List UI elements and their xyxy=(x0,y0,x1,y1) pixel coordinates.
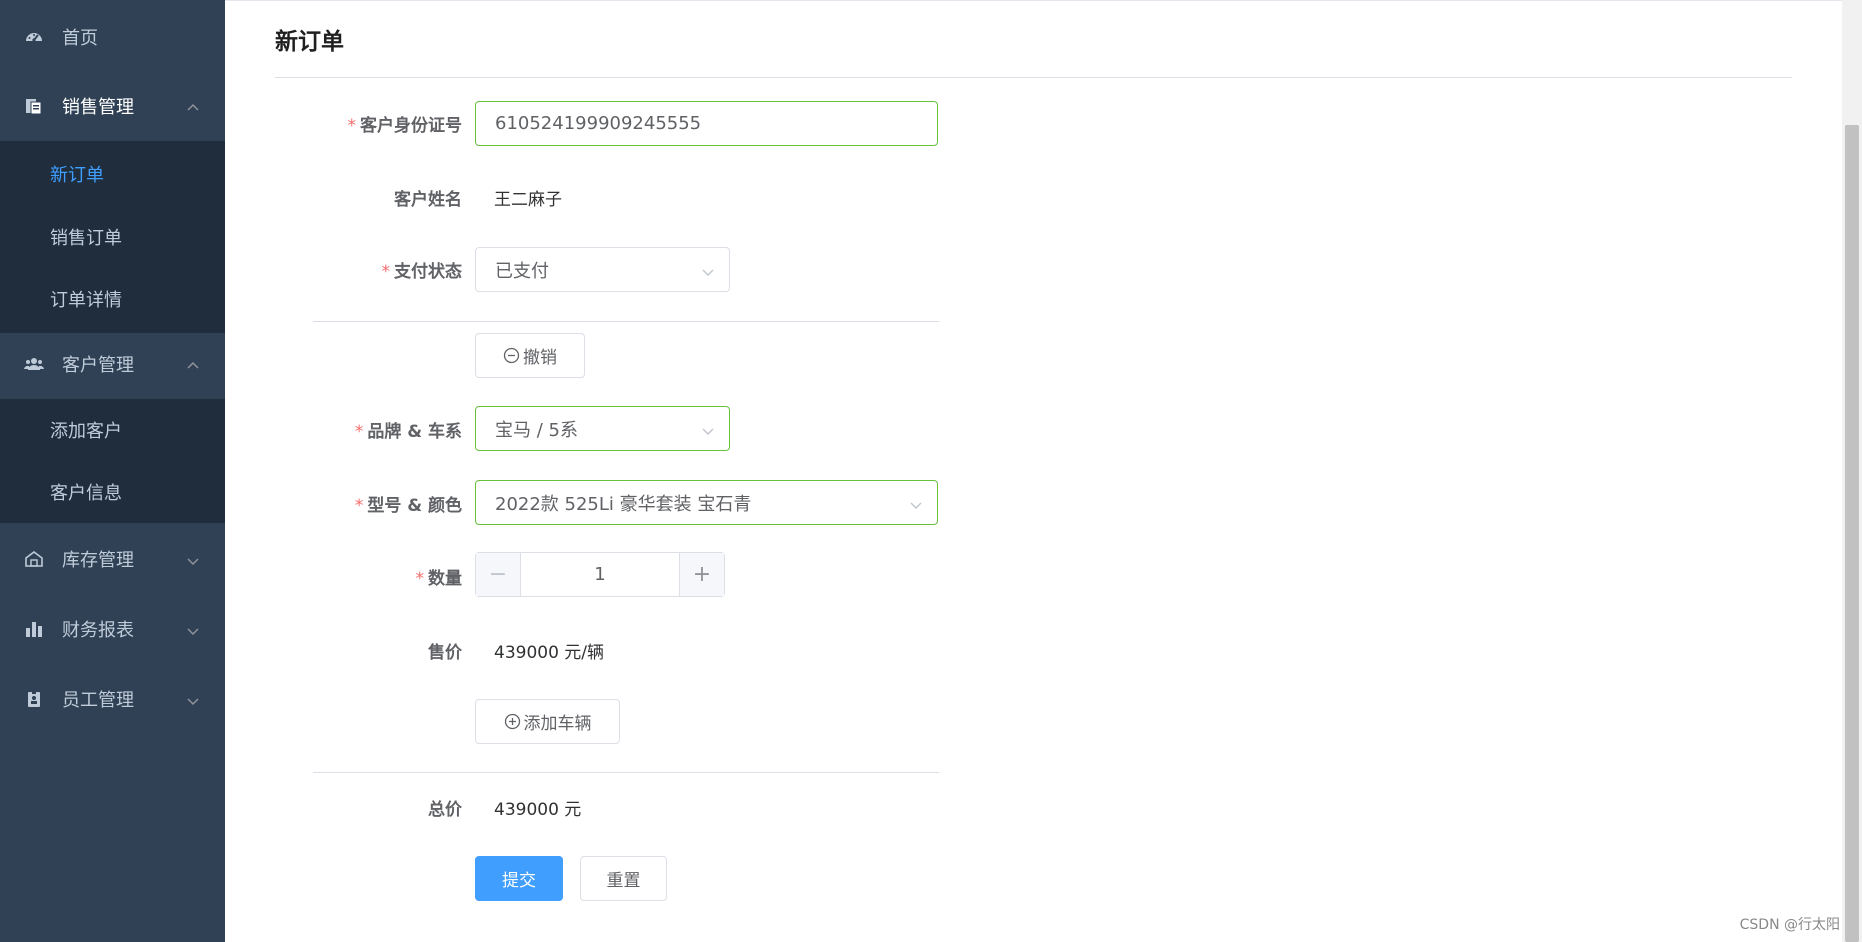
nav-sales[interactable]: 销售管理 xyxy=(0,71,225,141)
payment-status-label: * 支付状态 xyxy=(262,257,463,282)
price-value: 439000 元/辆 xyxy=(494,643,605,663)
customer-name-value: 王二麻子 xyxy=(494,190,562,210)
brand-series-label-text: 品牌 & 车系 xyxy=(367,422,462,442)
sidebar-item-sales-orders[interactable]: 销售订单 xyxy=(0,206,225,268)
model-color-select[interactable]: 2022款 525Li 豪华套装 宝石青 xyxy=(475,480,938,525)
sales-submenu: 新订单 销售订单 订单详情 xyxy=(0,141,225,333)
reset-button[interactable]: 重置 xyxy=(580,856,667,901)
total-label: 总价 xyxy=(428,800,462,820)
add-vehicle-button[interactable]: 添加车辆 xyxy=(475,699,620,744)
bar-chart-icon xyxy=(24,619,44,639)
document-icon xyxy=(24,96,44,116)
dashboard-icon xyxy=(24,27,44,47)
title-divider xyxy=(275,77,1792,78)
add-vehicle-button-label: 添加车辆 xyxy=(523,714,592,734)
sidebar-item-add-customer[interactable]: 添加客户 xyxy=(0,399,225,461)
page-title: 新订单 xyxy=(275,29,344,55)
chevron-down-icon xyxy=(186,622,200,636)
customer-name-label: 客户姓名 xyxy=(394,190,462,210)
nav-inventory[interactable]: 库存管理 xyxy=(0,524,225,594)
nav-home[interactable]: 首页 xyxy=(0,2,225,72)
nav-staff-label: 员工管理 xyxy=(62,690,134,711)
chevron-up-icon xyxy=(186,357,200,371)
quantity-stepper: − 1 + xyxy=(475,552,725,597)
required-mark: * xyxy=(354,496,364,516)
required-mark: * xyxy=(354,422,364,442)
chevron-down-icon xyxy=(701,263,715,277)
sidebar-item-label: 客户信息 xyxy=(50,483,122,504)
quantity-input[interactable]: 1 xyxy=(521,553,679,596)
customer-id-input[interactable]: 610524199909245555 xyxy=(475,101,938,146)
brand-series-value: 宝马 / 5系 xyxy=(495,419,578,441)
chevron-down-icon xyxy=(909,496,923,510)
required-mark: * xyxy=(415,569,425,589)
revoke-button-label: 撤销 xyxy=(523,348,557,368)
warehouse-icon xyxy=(24,549,44,569)
customer-id-value: 610524199909245555 xyxy=(495,113,702,134)
customer-id-label-text: 客户身份证号 xyxy=(360,116,462,136)
required-mark: * xyxy=(347,116,357,136)
submit-button[interactable]: 提交 xyxy=(475,856,563,901)
form-divider xyxy=(313,772,939,773)
customers-submenu: 添加客户 客户信息 xyxy=(0,399,225,523)
quantity-increase-button[interactable]: + xyxy=(679,553,724,596)
nav-finance-label: 财务报表 xyxy=(62,620,134,641)
brand-series-label: * 品牌 & 车系 xyxy=(262,417,462,442)
chevron-down-icon xyxy=(701,422,715,436)
price-label: 售价 xyxy=(428,643,462,663)
minus-circle-icon xyxy=(503,347,520,364)
sidebar-item-label: 销售订单 xyxy=(50,228,122,249)
total-value: 439000 元 xyxy=(494,800,582,820)
top-border xyxy=(225,0,1862,1)
form-divider xyxy=(313,321,939,322)
sidebar-item-order-details[interactable]: 订单详情 xyxy=(0,268,225,330)
model-color-label: * 型号 & 颜色 xyxy=(262,491,462,516)
customer-id-label: * 客户身份证号 xyxy=(262,111,463,136)
payment-status-value: 已支付 xyxy=(495,260,549,282)
chevron-down-icon xyxy=(186,692,200,706)
chevron-up-icon xyxy=(186,99,200,113)
sidebar-item-label: 添加客户 xyxy=(50,421,122,442)
scrollbar-thumb[interactable] xyxy=(1845,125,1859,942)
nav-inventory-label: 库存管理 xyxy=(62,550,134,571)
sidebar-item-label: 新订单 xyxy=(50,165,104,186)
people-icon xyxy=(24,354,44,374)
nav-sales-label: 销售管理 xyxy=(62,97,134,118)
sidebar-item-label: 订单详情 xyxy=(50,290,122,311)
sidebar: 首页 销售管理 新订单 销售订单 订单详情 客户管理 添加客户 客户信息 库存管… xyxy=(0,0,225,942)
quantity-decrease-button[interactable]: − xyxy=(476,553,521,596)
sidebar-item-customer-info[interactable]: 客户信息 xyxy=(0,461,225,523)
nav-customers-label: 客户管理 xyxy=(62,355,134,376)
nav-finance[interactable]: 财务报表 xyxy=(0,594,225,664)
nav-home-label: 首页 xyxy=(62,28,98,49)
badge-icon xyxy=(24,689,44,709)
sidebar-item-new-order[interactable]: 新订单 xyxy=(0,143,225,205)
chevron-down-icon xyxy=(186,552,200,566)
model-color-value: 2022款 525Li 豪华套装 宝石青 xyxy=(495,493,752,515)
required-mark: * xyxy=(381,262,391,282)
payment-status-select[interactable]: 已支付 xyxy=(475,247,730,292)
nav-staff[interactable]: 员工管理 xyxy=(0,664,225,734)
revoke-button[interactable]: 撤销 xyxy=(475,333,585,378)
nav-customers[interactable]: 客户管理 xyxy=(0,329,225,399)
model-color-label-text: 型号 & 颜色 xyxy=(367,496,462,516)
quantity-label-text: 数量 xyxy=(428,569,462,589)
payment-status-label-text: 支付状态 xyxy=(394,262,462,282)
plus-circle-icon xyxy=(504,713,521,730)
quantity-label: * 数量 xyxy=(262,564,463,589)
watermark: CSDN @行太阳 xyxy=(1739,917,1840,933)
brand-series-select[interactable]: 宝马 / 5系 xyxy=(475,406,730,451)
